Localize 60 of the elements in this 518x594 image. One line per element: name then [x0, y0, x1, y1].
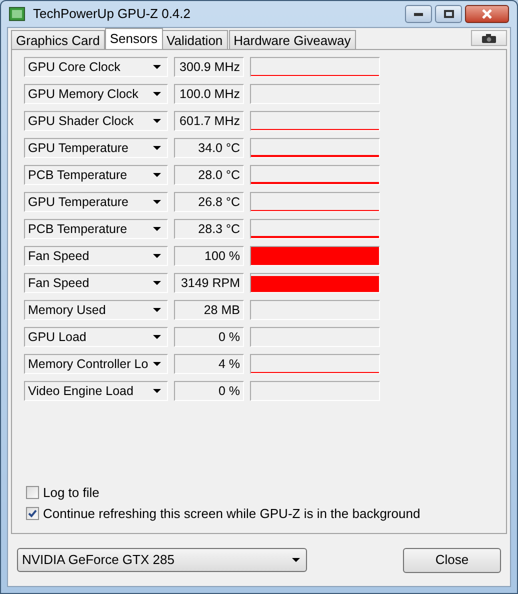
sensor-reading: 601.7 MHz [174, 111, 244, 131]
close-button[interactable]: Close [403, 548, 501, 572]
dropdown-arrow-icon [153, 200, 161, 204]
dropdown-arrow-icon [153, 119, 161, 123]
sensor-reading: 28.3 °C [174, 219, 244, 239]
dropdown-arrow-icon [153, 146, 161, 150]
checkbox[interactable] [26, 507, 39, 520]
sensor-reading: 28 MB [174, 300, 244, 320]
minimize-button[interactable] [405, 5, 432, 23]
sensor-reading: 300.9 MHz [174, 57, 244, 77]
checkbox-label: Continue refreshing this screen while GPU-Z is in the background [43, 504, 420, 523]
app-icon [9, 7, 25, 21]
dropdown-arrow-icon [153, 254, 161, 258]
dropdown-arrow-icon [153, 65, 161, 69]
maximize-button[interactable] [435, 5, 462, 23]
sensor-reading: 100 % [174, 246, 244, 266]
dropdown-arrow-icon [153, 335, 161, 339]
sensor-select[interactable]: Memory Controller Lo [24, 354, 168, 374]
checkbox-label: Log to file [43, 484, 100, 502]
sensor-reading: 3149 RPM [174, 273, 244, 293]
sensor-select[interactable]: GPU Load [24, 327, 168, 347]
sensor-reading: 34.0 °C [174, 138, 244, 158]
minimize-icon [414, 12, 423, 16]
camera-icon [482, 34, 496, 42]
sensor-select[interactable]: PCB Temperature [24, 165, 168, 185]
dropdown-arrow-icon [153, 173, 161, 177]
sensor-reading: 4 % [174, 354, 244, 374]
dropdown-arrow-icon [153, 308, 161, 312]
screenshot-button[interactable] [471, 30, 507, 46]
close-icon [481, 9, 493, 19]
sensor-reading: 0 % [174, 327, 244, 347]
dropdown-arrow-icon [153, 281, 161, 285]
dropdown-arrow-icon [292, 558, 300, 562]
sensor-select[interactable]: PCB Temperature [24, 219, 168, 239]
sensor-reading: 28.0 °C [174, 165, 244, 185]
sensor-select[interactable]: GPU Memory Clock [24, 84, 168, 104]
tab[interactable]: Graphics Card [11, 30, 105, 49]
sensor-reading: 26.8 °C [174, 192, 244, 212]
sensor-reading: 100.0 MHz [174, 84, 244, 104]
sensor-reading: 0 % [174, 381, 244, 401]
sensor-select[interactable]: Video Engine Load [24, 381, 168, 401]
sensor-select[interactable]: Fan Speed [24, 246, 168, 266]
sensor-select[interactable]: Memory Used [24, 300, 168, 320]
tab[interactable]: Validation [162, 30, 228, 49]
checkbox[interactable] [26, 486, 39, 499]
sensor-select[interactable]: Fan Speed [24, 273, 168, 293]
dropdown-arrow-icon [153, 389, 161, 393]
sensor-select[interactable]: GPU Core Clock [24, 57, 168, 77]
sensor-select[interactable]: GPU Temperature [24, 138, 168, 158]
dropdown-arrow-icon [153, 362, 161, 366]
dropdown-arrow-icon [153, 92, 161, 96]
sensor-select[interactable]: GPU Shader Clock [24, 111, 168, 131]
tab[interactable]: Hardware Giveaway [228, 30, 356, 49]
tab[interactable]: Sensors [104, 28, 163, 49]
sensor-select[interactable]: GPU Temperature [24, 192, 168, 212]
dropdown-arrow-icon [153, 227, 161, 231]
gpu-select[interactable]: NVIDIA GeForce GTX 285 [17, 548, 307, 572]
close-window-button[interactable] [465, 5, 509, 23]
window-title: TechPowerUp GPU-Z 0.4.2 [33, 5, 191, 24]
maximize-icon [444, 10, 454, 18]
